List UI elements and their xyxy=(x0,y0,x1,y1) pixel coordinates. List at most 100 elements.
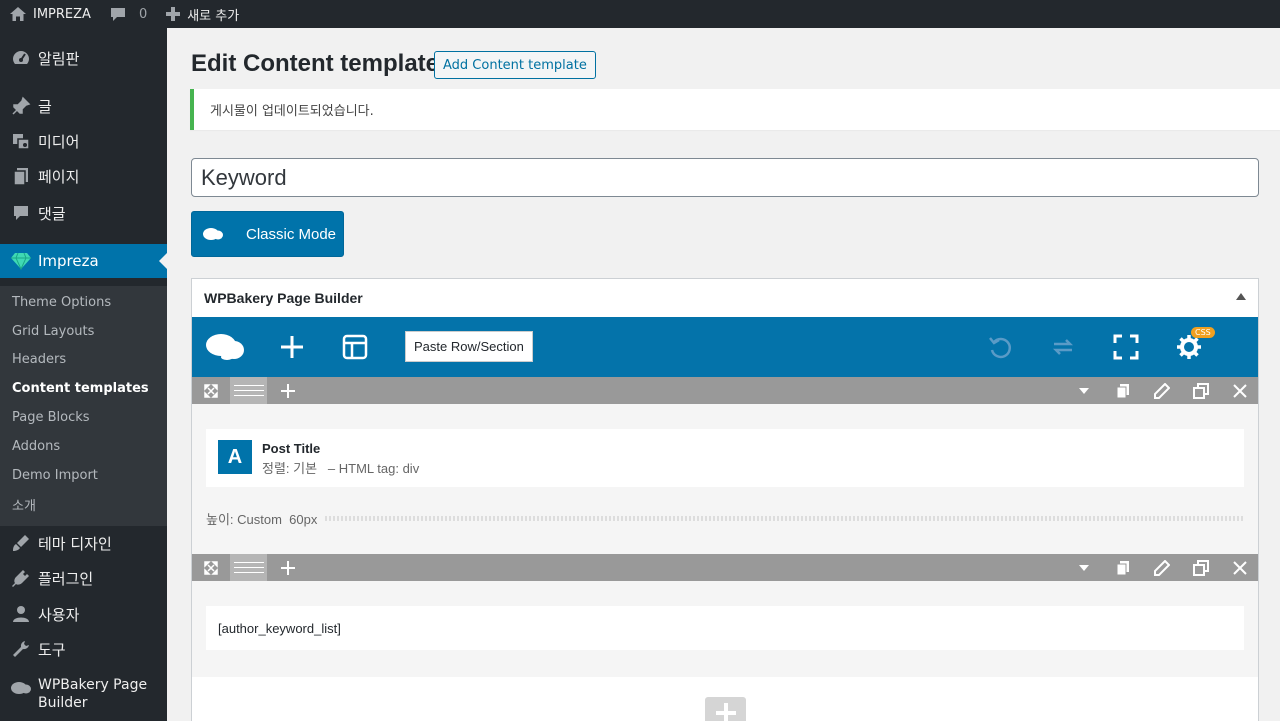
classic-mode-label: Classic Mode xyxy=(246,225,337,243)
sidebar-item-label: 미디어 xyxy=(38,132,80,151)
row-drag-handle[interactable] xyxy=(230,554,267,581)
brush-icon xyxy=(8,533,34,553)
row-drag-handle[interactable] xyxy=(230,377,267,404)
row-clone-button[interactable] xyxy=(1190,377,1212,404)
comments-count: 0 xyxy=(138,6,148,22)
update-notice: 게시물이 업데이트되었습니다. xyxy=(190,89,1280,130)
new-content-link[interactable]: 새로 추가 xyxy=(156,0,248,28)
sidebar-item-label: 사용자 xyxy=(38,605,80,624)
spacer-divider xyxy=(325,516,1244,521)
sidebar-item-pages[interactable]: 페이지 xyxy=(0,159,167,193)
pencil-icon xyxy=(1154,559,1170,576)
comment-icon xyxy=(8,203,34,223)
row-clone-button[interactable] xyxy=(1190,554,1212,581)
row-delete-button[interactable] xyxy=(1229,377,1251,404)
sidebar-item-label: 페이지 xyxy=(38,167,80,186)
submenu-content-templates[interactable]: Content templates xyxy=(12,378,149,398)
element-params: 정렬: 기본 – HTML tag: div xyxy=(262,458,419,477)
add-element-button[interactable] xyxy=(272,317,312,377)
undo-button[interactable] xyxy=(980,317,1020,377)
row-content: A Post Title 정렬: 기본 – HTML tag: div 높이: … xyxy=(192,404,1258,554)
sidebar-item-dashboard[interactable]: 알림판 xyxy=(0,41,167,75)
wpbakery-logo-icon xyxy=(202,226,224,242)
sidebar-item-tools[interactable]: 도구 xyxy=(0,632,167,666)
submenu-page-blocks[interactable]: Page Blocks xyxy=(12,407,90,427)
submenu-theme-options[interactable]: Theme Options xyxy=(12,292,111,312)
row-copy-button[interactable] xyxy=(1112,377,1134,404)
clone-icon xyxy=(1193,559,1209,576)
fullscreen-icon xyxy=(1113,334,1139,360)
plus-icon xyxy=(715,703,736,721)
paste-row-button[interactable]: Paste Row/Section xyxy=(405,331,533,362)
plus-icon xyxy=(281,336,303,358)
site-home-link[interactable]: IMPREZA xyxy=(0,0,100,28)
layout-icon xyxy=(342,334,368,360)
expand-icon xyxy=(204,560,218,575)
spacer-element[interactable]: 높이: Custom 60px xyxy=(206,509,1244,528)
row-edit-button[interactable] xyxy=(1151,377,1173,404)
row-layout-button[interactable] xyxy=(200,554,222,581)
add-column-button[interactable] xyxy=(277,377,299,404)
row-controls xyxy=(192,554,1258,581)
add-row-area xyxy=(192,677,1258,721)
redo-icon xyxy=(1052,339,1074,355)
submenu-about[interactable]: 소개 xyxy=(12,494,36,514)
row-toggle-button[interactable] xyxy=(1074,377,1094,404)
spacer-label: 높이: Custom 60px xyxy=(206,512,318,527)
close-icon xyxy=(1233,383,1247,398)
submenu-grid-layouts[interactable]: Grid Layouts xyxy=(12,321,94,341)
sidebar-item-media[interactable]: 미디어 xyxy=(0,124,167,158)
sidebar-item-comments[interactable]: 댓글 xyxy=(0,196,167,230)
sidebar-item-posts[interactable]: 글 xyxy=(0,89,167,123)
postbox-header[interactable]: WPBakery Page Builder xyxy=(192,279,1258,317)
templates-button[interactable] xyxy=(335,317,375,377)
redo-button[interactable] xyxy=(1043,317,1083,377)
text-block-element[interactable]: [author_keyword_list] xyxy=(206,606,1244,650)
row-layout-button[interactable] xyxy=(200,377,222,404)
fullscreen-button[interactable] xyxy=(1106,317,1146,377)
clone-icon xyxy=(1193,382,1209,399)
sidebar-item-label: Impreza xyxy=(38,252,99,270)
classic-mode-button[interactable]: Classic Mode xyxy=(191,211,344,257)
plus-icon xyxy=(281,560,295,575)
admin-sidebar: 알림판 글 미디어 페이지 댓글 Impreza Theme Options G… xyxy=(0,28,167,721)
sidebar-item-wpbakery[interactable]: WPBakery Page Builder xyxy=(0,676,167,720)
sidebar-item-appearance[interactable]: 테마 디자인 xyxy=(0,526,167,560)
submenu-demo-import[interactable]: Demo Import xyxy=(12,465,98,485)
wpbakery-icon xyxy=(8,680,34,696)
home-icon xyxy=(9,6,27,22)
text-block-content: [author_keyword_list] xyxy=(218,620,341,636)
submenu-addons[interactable]: Addons xyxy=(12,436,60,456)
page-settings-button[interactable] xyxy=(1169,317,1209,377)
row-copy-button[interactable] xyxy=(1112,554,1134,581)
expand-icon xyxy=(204,383,218,398)
submenu-headers[interactable]: Headers xyxy=(12,349,66,369)
row-toggle-button[interactable] xyxy=(1074,554,1094,581)
add-content-template-button[interactable]: Add Content template xyxy=(434,51,596,79)
diamond-icon xyxy=(8,252,34,270)
post-title-element[interactable]: A Post Title 정렬: 기본 – HTML tag: div xyxy=(206,429,1244,487)
chevron-down-icon xyxy=(1079,387,1089,394)
plus-icon xyxy=(281,383,295,398)
dashboard-icon xyxy=(8,48,34,68)
user-icon xyxy=(8,604,34,624)
sidebar-item-label: 글 xyxy=(38,97,52,116)
sidebar-item-label: 도구 xyxy=(38,640,66,659)
sidebar-item-impreza[interactable]: Impreza xyxy=(0,244,167,278)
element-title: Post Title xyxy=(262,441,321,456)
sidebar-item-label: 플러그인 xyxy=(38,569,94,588)
row-delete-button[interactable] xyxy=(1229,554,1251,581)
site-name: IMPREZA xyxy=(33,6,91,22)
add-row-button[interactable] xyxy=(705,697,746,721)
row-edit-button[interactable] xyxy=(1151,554,1173,581)
comments-link[interactable]: 0 xyxy=(100,0,156,28)
wpbakery-logo-button[interactable] xyxy=(202,317,248,377)
post-title-input[interactable]: Keyword xyxy=(191,158,1259,197)
wpbakery-postbox: WPBakery Page Builder Paste Row/Section … xyxy=(191,278,1259,721)
sidebar-item-users[interactable]: 사용자 xyxy=(0,597,167,631)
collapse-toggle-icon[interactable] xyxy=(1236,293,1246,300)
pencil-icon xyxy=(1154,382,1170,399)
sidebar-item-plugins[interactable]: 플러그인 xyxy=(0,561,167,595)
comment-icon xyxy=(109,6,127,22)
add-column-button[interactable] xyxy=(277,554,299,581)
